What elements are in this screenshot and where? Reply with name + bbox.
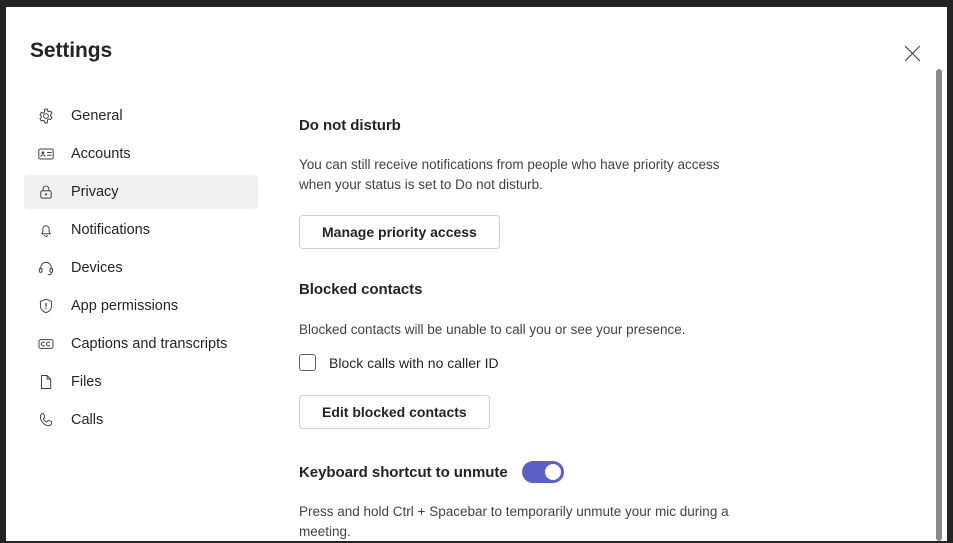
do-not-disturb-description: You can still receive notifications from… — [299, 155, 751, 195]
cc-icon — [36, 334, 56, 354]
shield-icon — [36, 296, 56, 316]
settings-sidebar: General Accounts — [6, 99, 276, 441]
sidebar-item-app-permissions[interactable]: App permissions — [24, 289, 258, 323]
sidebar-item-files[interactable]: Files — [24, 365, 258, 399]
checkbox-label: Block calls with no caller ID — [329, 355, 499, 371]
keyboard-shortcut-toggle[interactable] — [522, 461, 564, 483]
app-frame: Settings General — [0, 0, 953, 543]
keyboard-shortcut-description: Press and hold Ctrl + Spacebar to tempor… — [299, 502, 751, 541]
settings-dialog: Settings General — [6, 7, 947, 541]
keyboard-shortcut-heading: Keyboard shortcut to unmute — [299, 464, 508, 481]
sidebar-item-label: App permissions — [71, 298, 178, 314]
blocked-contacts-description: Blocked contacts will be unable to call … — [299, 320, 685, 340]
sidebar-item-general[interactable]: General — [24, 99, 258, 133]
headset-icon — [36, 258, 56, 278]
sidebar-item-label: Captions and transcripts — [71, 336, 227, 352]
manage-priority-access-button[interactable]: Manage priority access — [299, 215, 500, 249]
edit-blocked-contacts-button[interactable]: Edit blocked contacts — [299, 395, 490, 429]
keyboard-shortcut-row: Keyboard shortcut to unmute — [299, 461, 564, 483]
sidebar-item-label: Devices — [71, 260, 123, 276]
sidebar-item-accounts[interactable]: Accounts — [24, 137, 258, 171]
sidebar-item-label: Accounts — [71, 146, 131, 162]
content-scrollbar[interactable] — [933, 7, 945, 541]
sidebar-item-label: General — [71, 108, 123, 124]
sidebar-item-label: Files — [71, 374, 102, 390]
sidebar-item-captions-and-transcripts[interactable]: Captions and transcripts — [24, 327, 258, 361]
phone-icon — [36, 410, 56, 430]
id-card-icon — [36, 144, 56, 164]
blocked-contacts-heading: Blocked contacts — [299, 281, 422, 298]
block-calls-no-caller-id-checkbox[interactable]: Block calls with no caller ID — [299, 354, 499, 371]
sidebar-item-label: Calls — [71, 412, 103, 428]
document-icon — [36, 372, 56, 392]
sidebar-item-label: Notifications — [71, 222, 150, 238]
do-not-disturb-heading: Do not disturb — [299, 117, 401, 134]
toggle-knob — [545, 464, 561, 480]
sidebar-item-notifications[interactable]: Notifications — [24, 213, 258, 247]
bell-icon — [36, 220, 56, 240]
scrollbar-thumb[interactable] — [936, 69, 942, 541]
sidebar-item-privacy[interactable]: Privacy — [24, 175, 258, 209]
sidebar-item-devices[interactable]: Devices — [24, 251, 258, 285]
lock-icon — [36, 182, 56, 202]
page-title: Settings — [30, 39, 112, 63]
settings-content-panel: Do not disturb You can still receive not… — [299, 7, 909, 541]
sidebar-item-calls[interactable]: Calls — [24, 403, 258, 437]
gear-icon — [36, 106, 56, 126]
sidebar-item-label: Privacy — [71, 184, 119, 200]
checkbox-box[interactable] — [299, 354, 316, 371]
